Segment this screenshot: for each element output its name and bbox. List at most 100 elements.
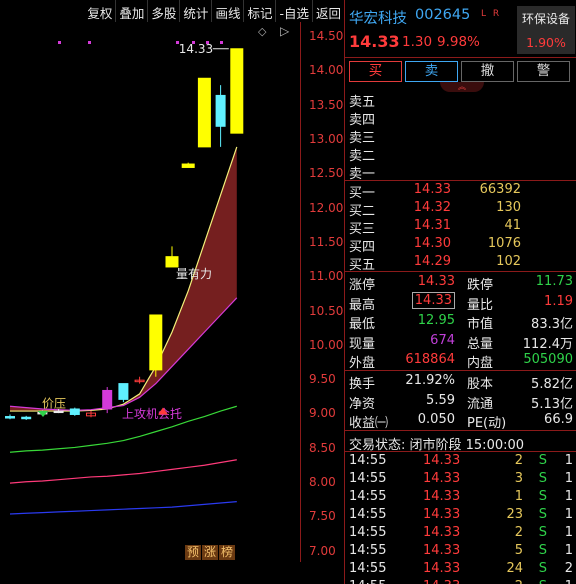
signal-dot (192, 41, 195, 44)
tick-list[interactable]: 14:55 14.33 2 S 1 14:55 14.33 3 S 1 14:55 14.33 1 S 1 1… (345, 452, 576, 584)
bid-price: 14.32 (413, 200, 451, 215)
kline-chart-panel[interactable]: 复权 叠加 多股 统计 画线 标记 -自选 返回 ◇ ▷ 14.33 量有力 价压上… (0, 0, 344, 584)
badge-char: 涨 (202, 545, 219, 560)
sell-button[interactable]: 卖 (405, 61, 458, 82)
candle-body (21, 416, 32, 420)
price-tick-label: 10.00 (309, 337, 344, 352)
tick-count: 1 (564, 543, 573, 558)
stats-row: 现量 674 总量 112.4万 (345, 331, 576, 352)
tick-time: 14:55 (349, 561, 387, 576)
sector-pct: 1.90% (526, 35, 566, 50)
total-volume-label: 总量 (467, 336, 494, 352)
bid-row[interactable]: 买一 14.33 66392 (345, 181, 576, 201)
bid-price: 14.29 (413, 254, 451, 269)
price-tick-label: 8.50 (309, 440, 336, 455)
toolbar-fuquan-button[interactable]: 复权 (84, 0, 115, 22)
stats-row: 收益㈠ 0.050 PE(动) 66.9 (345, 410, 576, 431)
toolbar-zixuan-button[interactable]: -自选 (275, 0, 312, 22)
tick-row: 14:55 14.33 3 S 1 (345, 470, 576, 488)
cancel-order-button[interactable]: 撤 (461, 61, 514, 82)
yuzhang-badge[interactable]: 预 涨 榜 (185, 545, 236, 560)
tick-row: 14:55 14.33 2 S 1 (345, 578, 576, 584)
eps-value: 0.050 (417, 412, 455, 427)
candle-body (230, 48, 244, 134)
sector-box[interactable]: 环保设备 1.90% (517, 6, 575, 54)
pe-value: 66.9 (544, 412, 573, 427)
toolbar-huaxian-button[interactable]: 画线 (211, 0, 243, 22)
signal-dot (206, 41, 209, 44)
tick-count: 1 (564, 525, 573, 540)
market-cap-value: 83.3亿 (531, 317, 573, 332)
tick-count: 2 (564, 561, 573, 576)
ask-row: 卖三 (345, 126, 576, 146)
toolbar-tongji-button[interactable]: 统计 (179, 0, 211, 22)
volume-ratio-value: 1.19 (544, 293, 573, 309)
eps-label: 收益㈠ (349, 416, 389, 431)
turnover-value: 21.92% (405, 373, 455, 388)
tick-price: 14.33 (423, 579, 460, 584)
bid-volume: 102 (496, 254, 521, 269)
price-tick-label: 10.50 (309, 303, 344, 318)
inner-volume-value: 505090 (523, 352, 573, 367)
bid-volume: 41 (504, 218, 521, 233)
signal-dot (88, 41, 91, 44)
stats-row: 最低 12.95 市值 83.3亿 (345, 311, 576, 332)
outer-volume-value: 618864 (405, 352, 455, 367)
tick-volume: 5 (514, 543, 523, 558)
price-tick-label: 12.50 (309, 166, 344, 181)
stock-code[interactable]: 002645 (415, 7, 470, 23)
inner-volume-label: 内盘 (467, 356, 494, 371)
annotation-liang-you-li: 量有力 (176, 267, 212, 281)
tick-price: 14.33 (423, 507, 461, 522)
badge-char: 预 (185, 545, 202, 560)
stock-name[interactable]: 华宏科技 (349, 7, 407, 28)
tick-direction: S (538, 543, 547, 558)
price-tick-label: 7.50 (309, 509, 336, 524)
alert-button[interactable]: 警 (517, 61, 570, 82)
sector-name: 环保设备 (521, 12, 570, 26)
tick-direction: S (538, 525, 547, 540)
tick-time: 14:55 (349, 453, 387, 468)
bid-volume: 130 (496, 200, 521, 215)
tick-time: 14:55 (349, 525, 387, 540)
buy-button[interactable]: 买 (349, 61, 402, 82)
toolbar-diejia-button[interactable]: 叠加 (115, 0, 147, 22)
turnover-label: 换手 (349, 377, 376, 392)
share-capital-value: 5.82亿 (531, 377, 573, 392)
tick-count: 1 (564, 453, 573, 468)
signal-dot (220, 41, 223, 44)
tick-count: 1 (564, 489, 573, 504)
candle-body (118, 383, 129, 400)
trade-buttons: 买 卖 撤 警 ︽ (345, 58, 576, 92)
toolbar-duogu-button[interactable]: 多股 (147, 0, 179, 22)
stats-row: 换手 21.92% 股本 5.82亿 (345, 371, 576, 392)
candle-body (197, 77, 211, 148)
current-volume-value: 674 (430, 332, 455, 348)
chart-toolbar: 复权 叠加 多股 统计 画线 标记 -自选 返回 (0, 0, 344, 22)
market-cap-label: 市值 (467, 317, 494, 332)
tick-count: 1 (564, 507, 573, 522)
bid-row[interactable]: 买三 14.31 41 (345, 217, 576, 237)
bid-row[interactable]: 买二 14.32 130 (345, 199, 576, 219)
candle-body (102, 389, 113, 410)
total-volume-value: 112.4万 (522, 336, 573, 352)
tick-price: 14.33 (423, 489, 461, 504)
share-capital-label: 股本 (467, 377, 494, 392)
limit-up-value: 14.33 (417, 274, 455, 289)
bid-row[interactable]: 买四 14.30 1076 (345, 235, 576, 255)
signal-dot (58, 41, 61, 44)
price-tick-label: 7.00 (309, 543, 336, 558)
outer-volume-label: 外盘 (349, 356, 376, 371)
candle-body (69, 408, 80, 415)
tick-price: 14.33 (423, 471, 461, 486)
tick-time: 14:55 (349, 543, 387, 558)
tick-direction: S (538, 507, 547, 522)
tick-row: 14:55 14.33 1 S 1 (345, 488, 576, 506)
candlestick-plot[interactable]: 14.33量有力价压上攻机会托 (0, 22, 300, 562)
tick-time: 14:55 (349, 471, 387, 486)
toolbar-biaoji-button[interactable]: 标记 (243, 0, 275, 22)
bid-row[interactable]: 买五 14.29 102 (345, 253, 576, 273)
toolbar-back-button[interactable]: 返回 (311, 0, 344, 22)
tick-volume: 3 (514, 471, 523, 486)
stock-flags: L R (481, 9, 502, 19)
